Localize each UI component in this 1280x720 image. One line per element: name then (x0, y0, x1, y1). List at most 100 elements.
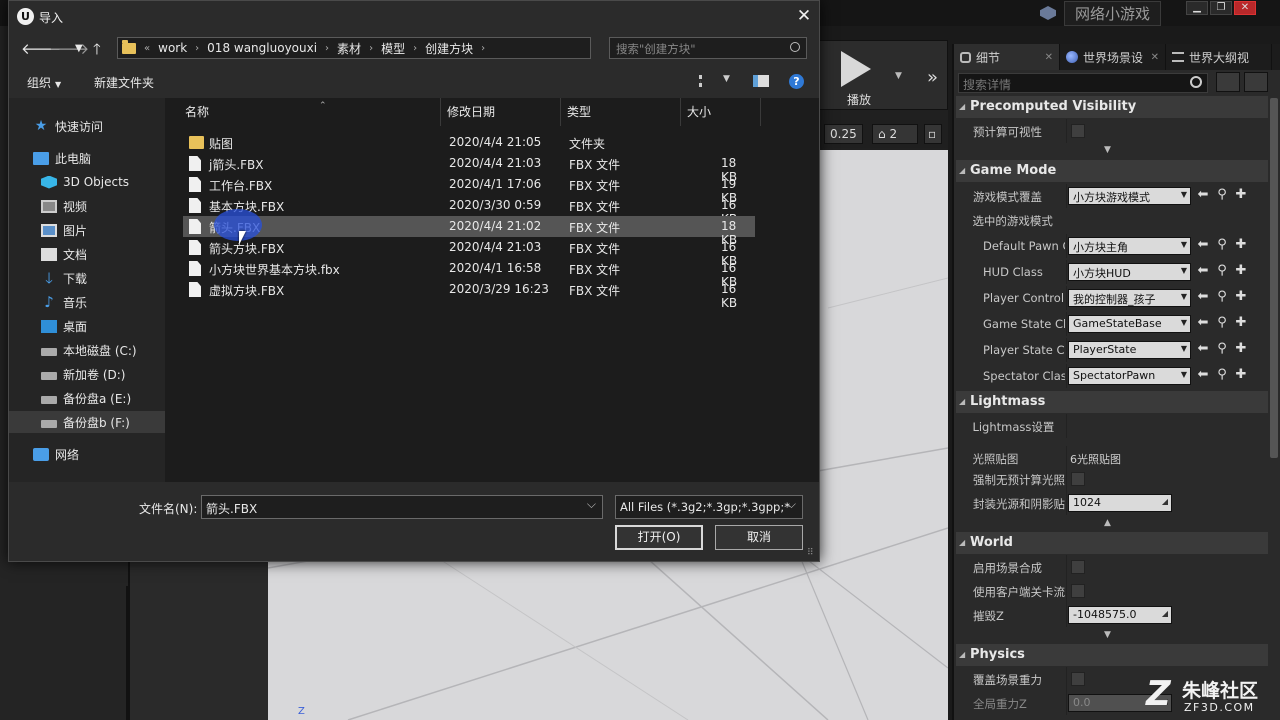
preview-pane-icon[interactable] (753, 75, 769, 87)
breadcrumb-segment[interactable]: 018 wangluoyouxi (207, 41, 317, 55)
kill-z-field[interactable]: -1048575.0 (1068, 606, 1172, 624)
use-selected-icon[interactable]: ⬅ (1196, 341, 1210, 357)
use-selected-icon[interactable]: ⬅ (1196, 367, 1210, 383)
add-icon[interactable]: ✚ (1234, 237, 1248, 253)
use-selected-icon[interactable]: ⬅ (1196, 289, 1210, 305)
details-search-input[interactable]: 搜索详情 (958, 73, 1208, 93)
add-icon[interactable]: ✚ (1234, 263, 1248, 279)
overflow-icon[interactable]: « (144, 43, 150, 54)
use-selected-icon[interactable]: ⬅ (1196, 315, 1210, 331)
play-button-label[interactable]: 播放 (847, 91, 871, 108)
nav-item[interactable]: 本地磁盘 (C:) (9, 339, 165, 361)
game-mode-class-select[interactable]: 小方块主角 (1068, 237, 1191, 255)
nav-item[interactable]: 网络 (9, 443, 165, 465)
category-game-mode[interactable]: Game Mode (956, 160, 1268, 182)
snap-value[interactable]: 0.25 (824, 124, 863, 144)
column-header-size[interactable]: 大小 (681, 98, 761, 126)
folder-search-input[interactable]: 搜索"创建方块" (609, 37, 807, 59)
restore-icon[interactable]: ❐ (1210, 1, 1232, 15)
dialog-title-bar[interactable]: U 导入 ✕ (9, 1, 819, 32)
file-row[interactable]: 小方块世界基本方块.fbx 2020/4/1 16:58 FBX 文件 16 KB (183, 258, 755, 289)
expand-arrow-icon[interactable]: ▼ (1104, 630, 1111, 640)
maximize-viewport-icon[interactable]: ▫ (924, 124, 942, 144)
browse-icon[interactable]: ⚲ (1215, 187, 1229, 203)
breadcrumb-segment[interactable]: 创建方块 (425, 40, 473, 57)
column-header-type[interactable]: 类型 (561, 98, 681, 126)
nav-item[interactable]: 新加卷 (D:) (9, 363, 165, 385)
nav-item[interactable]: 图片 (9, 219, 165, 241)
view-options-icon[interactable] (699, 75, 713, 87)
browse-icon[interactable]: ⚲ (1215, 315, 1229, 331)
add-icon[interactable]: ✚ (1234, 315, 1248, 331)
category-precomputed-visibility[interactable]: Precomputed Visibility (956, 96, 1268, 118)
close-tab-icon[interactable]: ✕ (1045, 52, 1053, 63)
play-options-caret[interactable]: ▼ (895, 71, 902, 81)
browse-icon[interactable]: ⚲ (1215, 263, 1229, 279)
nav-item[interactable]: 桌面 (9, 315, 165, 337)
resize-grip-icon[interactable]: ⠿ (807, 548, 814, 558)
breadcrumb-segment[interactable]: 模型 (381, 40, 405, 57)
packed-light-shadow-map-size-field[interactable]: 1024 (1068, 494, 1172, 512)
nav-item[interactable]: 备份盘a (E:) (9, 387, 165, 409)
nav-item[interactable]: 3D Objects (9, 171, 165, 193)
file-row[interactable]: 工作台.FBX 2020/4/1 17:06 FBX 文件 19 KB (183, 174, 755, 205)
enable-world-composition-checkbox[interactable] (1071, 560, 1085, 574)
category-physics[interactable]: Physics (956, 644, 1268, 666)
nav-item[interactable]: 视频 (9, 195, 165, 217)
breadcrumb-segment[interactable]: 素材 (337, 40, 361, 57)
up-arrow-icon[interactable]: 🡑 (93, 39, 101, 64)
help-icon[interactable]: ? (789, 74, 804, 89)
add-icon[interactable]: ✚ (1234, 367, 1248, 383)
browse-icon[interactable]: ⚲ (1215, 237, 1229, 253)
forward-arrow-icon[interactable]: 🡒 (49, 39, 89, 58)
column-header-modified[interactable]: 修改日期 (441, 98, 561, 126)
force-no-precomputed-lighting-checkbox[interactable] (1071, 472, 1085, 486)
tab-world-settings[interactable]: 世界场景设 ✕ (1060, 44, 1166, 70)
override-world-gravity-checkbox[interactable] (1071, 672, 1085, 686)
nav-item[interactable]: 🡓 下载 (9, 267, 165, 289)
recent-locations-caret[interactable]: ▼ (75, 43, 83, 54)
folder-row[interactable]: 贴图 2020/4/4 21:05 文件夹 (183, 132, 755, 153)
filename-input[interactable]: 箭头.FBX (201, 495, 603, 519)
client-level-streaming-checkbox[interactable] (1071, 584, 1085, 598)
browse-icon[interactable]: ⚲ (1215, 341, 1229, 357)
close-icon[interactable]: ✕ (1234, 1, 1256, 15)
nav-item[interactable]: ★ 快速访问 (9, 115, 165, 137)
nav-item[interactable]: ♪ 音乐 (9, 291, 165, 313)
use-selected-icon[interactable]: ⬅ (1196, 187, 1210, 203)
file-row[interactable]: 虚拟方块.FBX 2020/3/29 16:23 FBX 文件 16 KB (183, 279, 755, 310)
precomputed-visibility-checkbox[interactable] (1071, 124, 1085, 138)
chevron-down-icon[interactable]: ▼ (723, 74, 730, 84)
toolbar-overflow-icon[interactable]: » (927, 67, 938, 88)
category-lightmass[interactable]: Lightmass (956, 391, 1268, 413)
file-row[interactable]: 基本方块.FBX2020/3/30 0:59FBX 文件16 KB (183, 195, 755, 226)
open-button[interactable]: 打开(O) (615, 525, 703, 550)
game-mode-class-select[interactable]: GameStateBase (1068, 315, 1191, 333)
game-mode-class-select[interactable]: 小方块HUD (1068, 263, 1191, 281)
add-icon[interactable]: ✚ (1234, 341, 1248, 357)
new-folder-button[interactable]: 新建文件夹 (94, 74, 154, 91)
collapse-arrow-icon[interactable]: ▲ (1104, 518, 1111, 528)
nav-item[interactable]: 文档 (9, 243, 165, 265)
game-mode-override-select[interactable]: 小方块游戏模式 (1068, 187, 1191, 205)
close-tab-icon[interactable]: ✕ (1151, 52, 1159, 63)
file-row[interactable]: j箭头.FBX 2020/4/4 21:03 FBX 文件 18 KB (183, 153, 755, 184)
cancel-button[interactable]: 取消 (715, 525, 803, 550)
use-selected-icon[interactable]: ⬅ (1196, 263, 1210, 279)
expand-arrow-icon[interactable]: ▼ (1104, 145, 1111, 155)
add-icon[interactable]: ✚ (1234, 289, 1248, 305)
nav-item[interactable]: 此电脑 (9, 147, 165, 169)
game-mode-class-select[interactable]: PlayerState (1068, 341, 1191, 359)
browse-icon[interactable]: ⚲ (1215, 289, 1229, 305)
eye-icon[interactable] (1244, 72, 1268, 92)
game-mode-class-select[interactable]: SpectatorPawn (1068, 367, 1191, 385)
details-scrollbar[interactable] (1270, 98, 1278, 458)
tab-details[interactable]: 细节 ✕ (954, 44, 1060, 70)
filetype-select[interactable]: All Files (*.3g2;*.3gp;*.3gpp;* (615, 495, 803, 519)
nav-item[interactable]: 备份盘b (F:) (9, 411, 165, 433)
game-mode-class-select[interactable]: 我的控制器_孩子 (1068, 289, 1191, 307)
close-icon[interactable]: ✕ (794, 6, 814, 26)
tab-world-outliner[interactable]: 世界大纲视 (1166, 44, 1272, 70)
play-icon[interactable] (841, 51, 871, 87)
add-icon[interactable]: ✚ (1234, 187, 1248, 203)
